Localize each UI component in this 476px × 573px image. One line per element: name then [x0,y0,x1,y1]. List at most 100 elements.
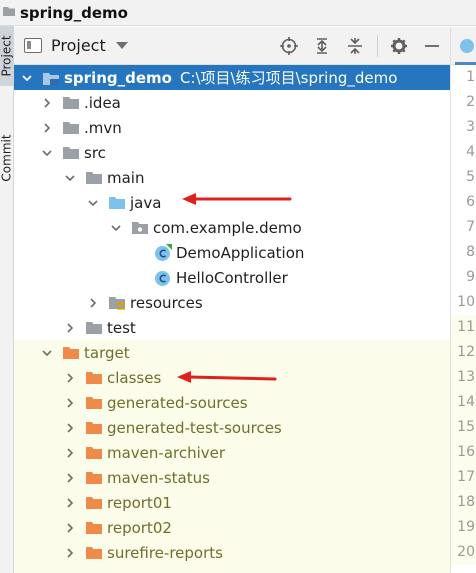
chevron-right-icon[interactable] [65,321,75,335]
chevron-right-icon[interactable] [65,371,75,385]
excluded-folder-icon [85,544,103,562]
spring-boot-class-icon [154,243,172,262]
tree-item-demo-application[interactable]: DemoApplication [14,240,450,265]
window-title-bar: spring_demo [0,0,476,26]
crosshair-icon[interactable] [277,34,301,58]
line-number: 11 [451,315,476,340]
commit-tool-tab[interactable]: Commit [0,122,14,194]
tree-item-surefire-reports[interactable]: surefire-reports [14,540,450,565]
tree-item-label: java [130,193,162,212]
left-tool-strip [0,26,14,573]
chevron-down-icon[interactable] [42,346,52,360]
tree-item-mvn[interactable]: .mvn [14,115,450,140]
excluded-folder-icon [85,494,103,512]
project-view-label: Project [51,36,106,55]
resources-folder-icon [108,294,126,312]
chevron-right-icon[interactable] [42,121,52,135]
folder-icon [85,319,103,337]
line-number: 16 [451,440,476,465]
chevron-down-icon[interactable] [111,221,121,235]
tree-item-test[interactable]: test [14,315,450,340]
source-folder-icon [108,194,126,212]
chevron-down-icon[interactable] [65,171,75,185]
tree-item-label: maven-status [107,468,210,487]
line-number: 4 [466,144,475,160]
excluded-folder-icon [85,369,103,387]
chevron-right-icon[interactable] [65,421,75,435]
excluded-folder-icon [85,469,103,487]
chevron-right-icon[interactable] [65,521,75,535]
tree-item-label: .mvn [84,118,122,137]
line-number-gutter: 1 2 3 4 5 6 7 8 9 10 11 12 13 14 15 16 17 18 19 20 [451,65,476,565]
class-icon [460,38,474,53]
chevron-right-icon[interactable] [65,546,75,560]
project-panel-header: Project [14,27,450,65]
project-view-icon [24,38,42,53]
tree-item-maven-status[interactable]: maven-status [14,465,450,490]
tree-item-label: report02 [107,518,172,537]
tree-item-package[interactable]: com.example.demo [14,215,450,240]
tree-item-label: main [107,168,145,187]
tree-item-report02[interactable]: report02 [14,515,450,540]
chevron-right-icon[interactable] [42,96,52,110]
tree-item-label: test [107,318,136,337]
tree-item-label: report01 [107,493,172,512]
project-view-selector[interactable]: Project [24,36,128,55]
chevron-right-icon[interactable] [65,396,75,410]
tree-item-label: DemoApplication [176,243,305,262]
tree-item-hello-controller[interactable]: HelloController [14,265,450,290]
collapse-all-icon[interactable] [343,34,367,58]
tree-item-label: classes [107,368,162,387]
chevron-right-icon[interactable] [65,471,75,485]
project-path: C:\项目\练习项目\spring_demo [179,69,398,87]
project-tool-tab-label: Project [0,35,14,77]
folder-icon [62,94,80,112]
folder-icon [62,119,80,137]
package-icon [131,219,149,237]
tree-item-label: spring_demo [64,68,172,87]
chevron-right-icon[interactable] [65,446,75,460]
line-number: 12 [451,340,476,365]
tree-item-label: surefire-reports [107,543,223,562]
tree-item-label: src [84,143,106,162]
project-tree: spring_demo C:\项目\练习项目\spring_demo .idea… [14,65,450,573]
red-arrow-annotation-java [182,193,292,205]
tree-item-main[interactable]: main [14,165,450,190]
tree-item-idea[interactable]: .idea [14,90,450,115]
tree-item-target[interactable]: target [14,340,450,365]
tree-item-label: target [84,343,130,362]
chevron-down-icon [115,42,128,49]
tree-item-report01[interactable]: report01 [14,490,450,515]
tree-item-resources[interactable]: resources [14,290,450,315]
tree-item-src[interactable]: src [14,140,450,165]
minimize-icon[interactable] [420,34,444,58]
excluded-folder-icon [85,394,103,412]
excluded-folder-icon [85,419,103,437]
gear-icon[interactable] [387,34,411,58]
line-number: 10 [457,294,475,310]
line-number: 15 [451,415,476,440]
tree-item-label: .idea [84,93,121,112]
chevron-down-icon[interactable] [22,71,32,85]
editor-tab[interactable] [451,27,476,65]
tree-item-label: generated-sources [107,393,248,412]
tree-item-partial [14,565,450,573]
line-number: 3 [466,119,475,135]
line-number: 8 [466,244,475,260]
tree-item-generated-test-sources[interactable]: generated-test-sources [14,415,450,440]
chevron-down-icon[interactable] [42,146,52,160]
window-title: spring_demo [20,3,128,22]
chevron-right-icon[interactable] [88,296,98,310]
line-number: 1 [466,69,475,85]
tree-item-generated-sources[interactable]: generated-sources [14,390,450,415]
tree-item-root[interactable]: spring_demo C:\项目\练习项目\spring_demo [14,65,450,90]
tree-item-maven-archiver[interactable]: maven-archiver [14,440,450,465]
line-number: 14 [451,390,476,415]
expand-all-icon[interactable] [310,34,334,58]
folder-icon [62,144,80,162]
line-number: 6 [466,194,475,210]
chevron-right-icon[interactable] [65,496,75,510]
chevron-down-icon[interactable] [88,196,98,210]
tree-item-label: com.example.demo [153,218,302,237]
project-tool-tab[interactable]: Project [0,26,14,86]
